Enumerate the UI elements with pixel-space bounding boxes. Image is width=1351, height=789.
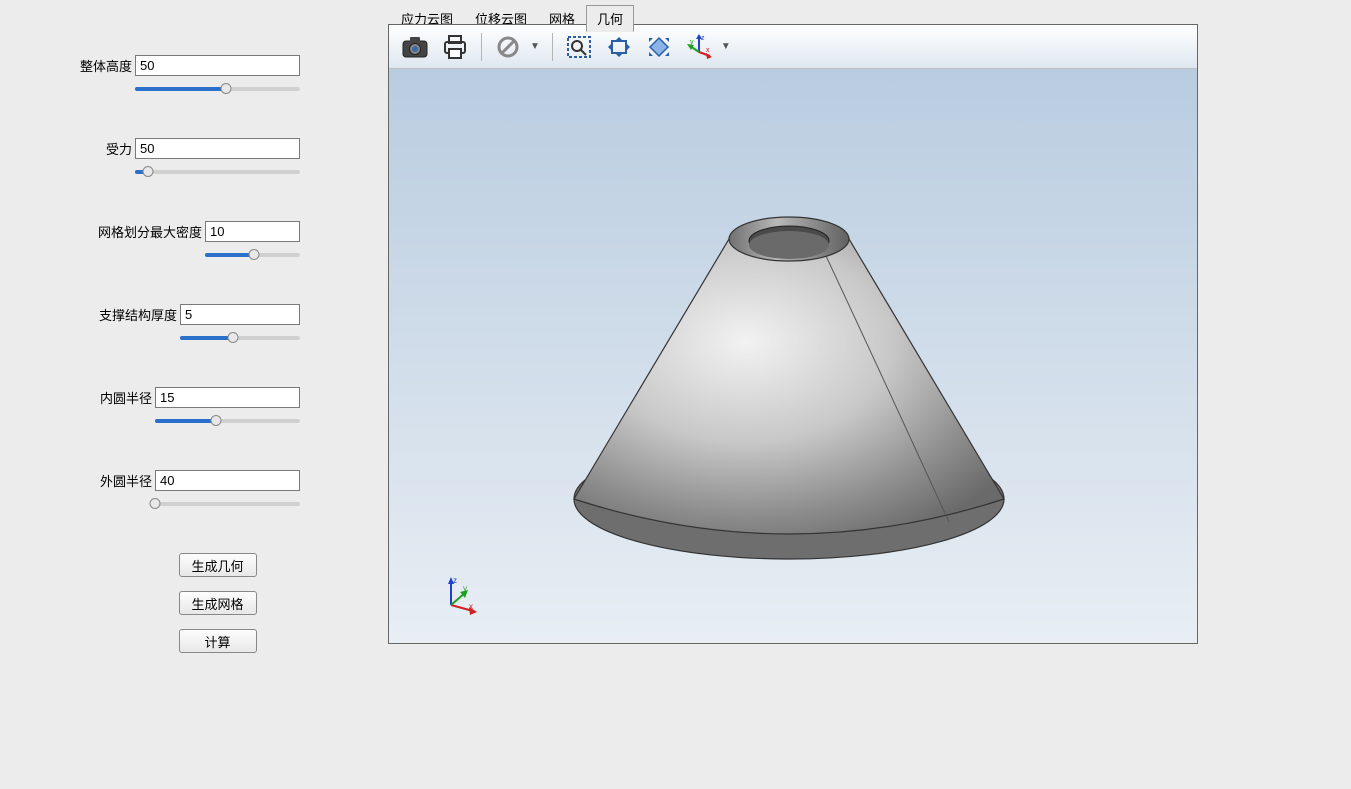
param-input-height[interactable] [135,55,300,76]
zoom-window-icon[interactable] [559,29,599,65]
param-input-mesh-density[interactable] [205,221,300,242]
param-label-outer-radius: 外圆半径 [100,471,152,490]
orientation-triad: z x y [439,575,479,615]
generate-geometry-button[interactable]: 生成几何 [179,553,257,577]
svg-text:z: z [453,576,457,585]
chevron-down-icon: ▼ [721,41,731,52]
pan-icon[interactable] [599,29,639,65]
param-slider-force[interactable] [135,163,300,181]
param-input-support-thickness[interactable] [180,304,300,325]
geometry-render [389,69,1197,643]
tab-geometry[interactable]: 几何 [586,5,634,32]
toolbar-separator [552,33,553,61]
param-label-mesh-density: 网格划分最大密度 [98,222,202,241]
svg-text:x: x [469,602,473,611]
param-input-outer-radius[interactable] [155,470,300,491]
toolbar-separator [481,33,482,61]
viewport-frame: ▼ z x y ▼ [388,24,1198,644]
param-label-inner-radius: 内圆半径 [100,388,152,407]
param-slider-height[interactable] [135,80,300,98]
param-label-height: 整体高度 [80,56,132,75]
generate-mesh-button[interactable]: 生成网格 [179,591,257,615]
3d-viewport[interactable]: z x y [389,69,1197,643]
param-slider-mesh-density[interactable] [205,246,300,264]
fit-icon[interactable] [639,29,679,65]
chevron-down-icon: ▼ [530,41,540,52]
axes-dropdown[interactable]: z x y ▼ [679,29,737,65]
nosign-icon[interactable] [488,29,528,65]
param-slider-support-thickness[interactable] [180,329,300,347]
svg-text:z: z [701,35,705,42]
param-input-force[interactable] [135,138,300,159]
svg-text:y: y [690,39,694,46]
axes-icon[interactable]: z x y [679,29,719,65]
param-label-support-thickness: 支撑结构厚度 [99,305,177,324]
param-slider-outer-radius[interactable] [155,495,300,513]
compute-button[interactable]: 计算 [179,629,257,653]
camera-icon[interactable] [395,29,435,65]
param-input-inner-radius[interactable] [155,387,300,408]
svg-text:x: x [706,47,710,54]
param-slider-inner-radius[interactable] [155,412,300,430]
svg-text:y: y [463,584,467,593]
sidebar: 整体高度 受力 网格划分最大密度 支撑结构厚度 [0,0,380,653]
disable-dropdown[interactable]: ▼ [488,29,546,65]
viewport-toolbar: ▼ z x y ▼ [389,25,1197,69]
param-label-force: 受力 [106,139,132,158]
print-icon[interactable] [435,29,475,65]
